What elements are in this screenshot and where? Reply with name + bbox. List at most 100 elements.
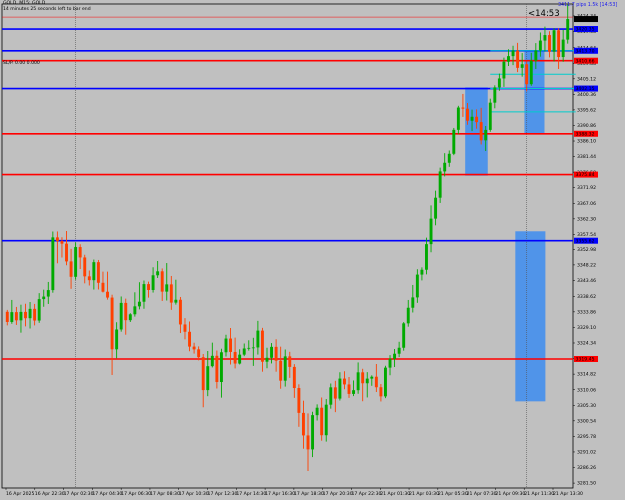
- candle-body: [397, 347, 401, 354]
- candle-body: [128, 314, 132, 321]
- candle-body: [206, 366, 210, 391]
- candle-body: [365, 378, 369, 384]
- y-tick-label: 3390.86: [577, 123, 596, 129]
- candle-body: [315, 407, 319, 416]
- candle-body: [561, 39, 565, 58]
- candle-body: [42, 296, 46, 300]
- x-tick-label: 21 Apr 07:30: [467, 491, 497, 497]
- candle-body: [425, 244, 428, 270]
- y-tick-label: 3381.44: [577, 154, 596, 160]
- candle-body: [74, 247, 78, 277]
- candle-body: [388, 358, 392, 368]
- y-tick-label: 3333.86: [577, 309, 596, 315]
- candle-body: [497, 78, 501, 88]
- y-tick-label: 3367.06: [577, 201, 596, 207]
- y-tick-label: 3324.34: [577, 341, 596, 347]
- candle-body: [342, 378, 346, 385]
- x-tick-label: 17 Apr 02:30: [64, 491, 94, 497]
- candle-body: [106, 291, 109, 298]
- candle-body: [525, 64, 529, 85]
- y-tick-label: 3314.82: [577, 372, 596, 378]
- x-tick-label: 16 Apr 22:30: [35, 491, 65, 497]
- candle-body: [201, 357, 205, 391]
- y-tick-label: 3310.06: [577, 387, 596, 393]
- candle-body: [124, 302, 128, 321]
- y-tick-label: 3395.62: [577, 107, 596, 113]
- candle-body: [534, 50, 538, 61]
- price-tag-label: 3388.32: [576, 131, 595, 137]
- sl-info-label: SL/P. 0.00 0.000: [3, 61, 40, 66]
- zone-rect: [515, 231, 546, 402]
- candle-body: [147, 284, 150, 290]
- candle-body: [137, 301, 141, 307]
- candle-body: [65, 243, 68, 262]
- x-tick-label: 17 Apr 12:30: [208, 491, 238, 497]
- candle-body: [210, 355, 214, 367]
- candle-body: [374, 376, 378, 388]
- y-tick-label: 3338.62: [577, 294, 596, 300]
- x-tick-label: 17 Apr 08:30: [150, 491, 180, 497]
- candle-body: [456, 107, 460, 130]
- candle-body: [238, 354, 242, 364]
- y-tick-label: 3348.22: [577, 263, 596, 269]
- candle-body: [379, 387, 383, 397]
- candle-body: [78, 247, 82, 258]
- x-tick-label: 21 Apr 09:30: [495, 491, 525, 497]
- candle-body: [384, 367, 387, 397]
- candle-body: [215, 355, 219, 383]
- candle-body: [438, 171, 442, 198]
- price-tag-label: 3375.84: [576, 172, 595, 178]
- candle-body: [115, 329, 119, 350]
- candle-body: [101, 282, 105, 292]
- y-tick-label: 3362.30: [577, 216, 596, 222]
- x-tick-label: 21 Apr 13:30: [553, 491, 583, 497]
- price-tag-label: 3410.66: [576, 58, 595, 64]
- candle-body: [151, 275, 155, 290]
- candle-body: [557, 30, 561, 58]
- candle-body: [183, 324, 187, 332]
- candle-body: [406, 307, 410, 324]
- y-tick-label: 3291.02: [577, 450, 596, 456]
- candle-body: [160, 271, 164, 292]
- candle-body: [415, 274, 419, 298]
- candle-body: [60, 241, 64, 244]
- candle-body: [488, 102, 492, 130]
- x-tick-label: 17 Apr 22:30: [351, 491, 381, 497]
- candle-body: [393, 353, 397, 359]
- candle-body: [443, 162, 447, 172]
- candle-body: [306, 435, 310, 450]
- candle-body: [270, 346, 274, 358]
- x-tick-label: 17 Apr 14:30: [236, 491, 266, 497]
- candle-body: [119, 302, 123, 330]
- x-tick-label: 21 Apr 03:30: [409, 491, 439, 497]
- candle-body: [347, 384, 351, 394]
- candle-body: [188, 331, 191, 347]
- candle-body: [156, 271, 160, 276]
- candle-body: [420, 269, 424, 275]
- chart-label-text: 3411.7 pips 1.5k [14:53]: [558, 3, 618, 8]
- candle-body: [229, 338, 233, 352]
- candle-body: [19, 311, 23, 321]
- candle-body: [110, 297, 114, 350]
- candle-body: [279, 360, 283, 381]
- price-tag-label: 3423.40: [576, 17, 595, 23]
- y-tick-label: 3286.26: [577, 465, 596, 471]
- y-tick-label: 3329.10: [577, 325, 596, 331]
- x-tick-label: 17 Apr 10:30: [179, 491, 209, 497]
- candle-body: [192, 346, 196, 350]
- y-tick-label: 3405.12: [577, 76, 596, 82]
- candle-body: [493, 87, 497, 103]
- candle-body: [484, 129, 488, 141]
- price-chart[interactable]: 3424.343419.583414.643409.883405.123400.…: [0, 0, 625, 500]
- candle-body: [265, 357, 269, 362]
- x-tick-label: 21 Apr 11:30: [524, 491, 554, 497]
- candle-body: [251, 347, 255, 349]
- candle-body: [461, 107, 465, 109]
- candle-body: [356, 372, 360, 391]
- y-tick-label: 3371.92: [577, 185, 596, 191]
- y-tick-label: 3295.78: [577, 434, 596, 440]
- candle-body: [55, 237, 59, 242]
- candle-body: [174, 299, 178, 303]
- candle-body: [320, 407, 324, 436]
- candle-body: [197, 349, 201, 358]
